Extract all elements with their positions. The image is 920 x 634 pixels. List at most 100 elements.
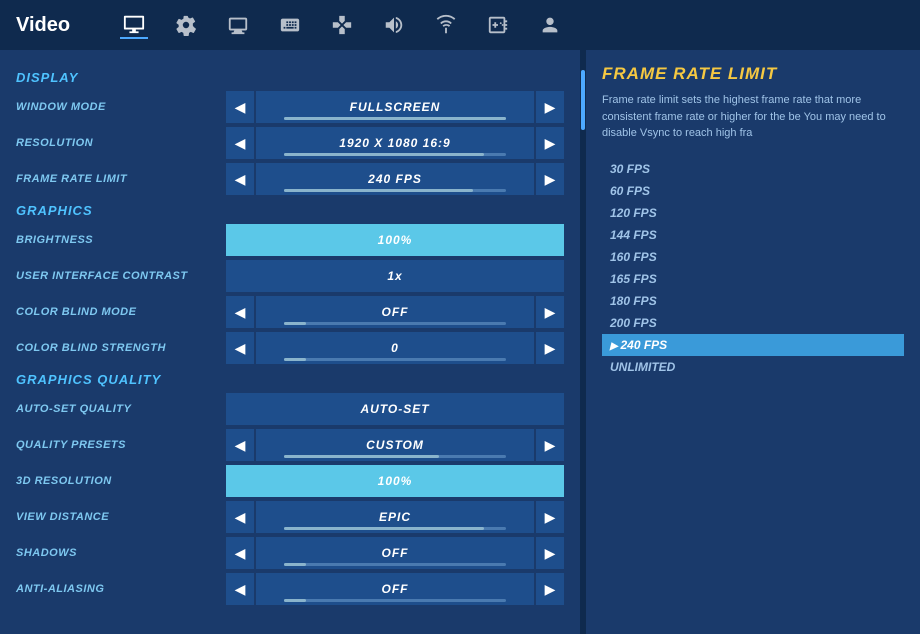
top-bar: Video — [0, 0, 920, 50]
auto-set-quality-value[interactable]: AUTO-SET — [226, 393, 564, 425]
frame-rate-value: 240 FPS — [256, 163, 534, 195]
resolution-next-button[interactable]: ▶ — [536, 127, 564, 159]
quality-presets-value: CUSTOM — [256, 429, 534, 461]
color-blind-strength-row: COLOR BLIND STRENGTH ◀ 0 ▶ — [16, 332, 564, 364]
display-section-header: DISPLAY — [16, 70, 564, 85]
fps-item-60[interactable]: 60 FPS — [602, 180, 904, 202]
anti-aliasing-control: ◀ OFF ▶ — [226, 573, 564, 605]
network-nav-icon[interactable] — [432, 11, 460, 39]
view-distance-row: VIEW DISTANCE ◀ EPIC ▶ — [16, 501, 564, 533]
left-panel: DISPLAY WINDOW MODE ◀ FULLSCREEN ▶ RESOL… — [0, 50, 580, 614]
quality-presets-row: QUALITY PRESETS ◀ CUSTOM ▶ — [16, 429, 564, 461]
auto-set-quality-control: AUTO-SET — [226, 393, 564, 425]
window-mode-row: WINDOW MODE ◀ FULLSCREEN ▶ — [16, 91, 564, 123]
anti-aliasing-row: ANTI-ALIASING ◀ OFF ▶ — [16, 573, 564, 605]
anti-aliasing-value: OFF — [256, 573, 534, 605]
gear-nav-icon[interactable] — [172, 11, 200, 39]
color-blind-mode-control: ◀ OFF ▶ — [226, 296, 564, 328]
resolution-row: RESOLUTION ◀ 1920 X 1080 16:9 ▶ — [16, 127, 564, 159]
quality-presets-label: QUALITY PRESETS — [16, 439, 226, 451]
color-blind-strength-value: 0 — [256, 332, 534, 364]
main-content: DISPLAY WINDOW MODE ◀ FULLSCREEN ▶ RESOL… — [0, 50, 920, 614]
color-blind-mode-value: OFF — [256, 296, 534, 328]
fps-item-30[interactable]: 30 FPS — [602, 158, 904, 180]
display-nav-icon[interactable] — [224, 11, 252, 39]
window-mode-control: ◀ FULLSCREEN ▶ — [226, 91, 564, 123]
auto-set-quality-label: AUTO-SET QUALITY — [16, 403, 226, 415]
fps-item-120[interactable]: 120 FPS — [602, 202, 904, 224]
ui-contrast-value: 1x — [226, 260, 564, 292]
resolution-control: ◀ 1920 X 1080 16:9 ▶ — [226, 127, 564, 159]
color-blind-mode-label: COLOR BLIND MODE — [16, 306, 226, 318]
quality-presets-next-button[interactable]: ▶ — [536, 429, 564, 461]
view-distance-control: ◀ EPIC ▶ — [226, 501, 564, 533]
3d-resolution-row: 3D RESOLUTION 100% — [16, 465, 564, 497]
resolution-prev-button[interactable]: ◀ — [226, 127, 254, 159]
anti-aliasing-label: ANTI-ALIASING — [16, 583, 226, 595]
shadows-label: SHADOWS — [16, 547, 226, 559]
brightness-value[interactable]: 100% — [226, 224, 564, 256]
window-mode-next-button[interactable]: ▶ — [536, 91, 564, 123]
fps-item-unlimited[interactable]: UNLIMITED — [602, 356, 904, 378]
shadows-next-button[interactable]: ▶ — [536, 537, 564, 569]
user-nav-icon[interactable] — [536, 11, 564, 39]
audio-nav-icon[interactable] — [380, 11, 408, 39]
color-blind-mode-row: COLOR BLIND MODE ◀ OFF ▶ — [16, 296, 564, 328]
window-mode-prev-button[interactable]: ◀ — [226, 91, 254, 123]
right-panel-title: FRAME RATE LIMIT — [602, 64, 904, 84]
fps-item-165[interactable]: 165 FPS — [602, 268, 904, 290]
shadows-row: SHADOWS ◀ OFF ▶ — [16, 537, 564, 569]
graphics-section-header: GRAPHICS — [16, 203, 564, 218]
resolution-label: RESOLUTION — [16, 137, 226, 149]
view-distance-prev-button[interactable]: ◀ — [226, 501, 254, 533]
page-title: Video — [16, 14, 70, 37]
fps-item-144[interactable]: 144 FPS — [602, 224, 904, 246]
color-blind-mode-next-button[interactable]: ▶ — [536, 296, 564, 328]
quality-presets-prev-button[interactable]: ◀ — [226, 429, 254, 461]
scroll-thumb[interactable] — [581, 70, 585, 130]
ui-contrast-row: USER INTERFACE CONTRAST 1x — [16, 260, 564, 292]
anti-aliasing-prev-button[interactable]: ◀ — [226, 573, 254, 605]
shadows-prev-button[interactable]: ◀ — [226, 537, 254, 569]
color-blind-strength-prev-button[interactable]: ◀ — [226, 332, 254, 364]
frame-rate-next-button[interactable]: ▶ — [536, 163, 564, 195]
frame-rate-row: FRAME RATE LIMIT ◀ 240 FPS ▶ — [16, 163, 564, 195]
gamepad-nav-icon[interactable] — [484, 11, 512, 39]
quality-presets-control: ◀ CUSTOM ▶ — [226, 429, 564, 461]
3d-resolution-control: 100% — [226, 465, 564, 497]
window-mode-label: WINDOW MODE — [16, 101, 226, 113]
right-panel-desc: Frame rate limit sets the highest frame … — [602, 92, 904, 142]
3d-resolution-value[interactable]: 100% — [226, 465, 564, 497]
resolution-value: 1920 X 1080 16:9 — [256, 127, 534, 159]
3d-resolution-label: 3D RESOLUTION — [16, 475, 226, 487]
frame-rate-prev-button[interactable]: ◀ — [226, 163, 254, 195]
color-blind-strength-next-button[interactable]: ▶ — [536, 332, 564, 364]
color-blind-mode-prev-button[interactable]: ◀ — [226, 296, 254, 328]
anti-aliasing-next-button[interactable]: ▶ — [536, 573, 564, 605]
fps-item-180[interactable]: 180 FPS — [602, 290, 904, 312]
brightness-control: 100% — [226, 224, 564, 256]
fps-item-200[interactable]: 200 FPS — [602, 312, 904, 334]
ui-contrast-label: USER INTERFACE CONTRAST — [16, 270, 226, 282]
view-distance-label: VIEW DISTANCE — [16, 511, 226, 523]
fps-item-160[interactable]: 160 FPS — [602, 246, 904, 268]
window-mode-value: FULLSCREEN — [256, 91, 534, 123]
nav-icons — [120, 11, 564, 39]
right-panel: FRAME RATE LIMIT Frame rate limit sets t… — [586, 50, 920, 614]
frame-rate-control: ◀ 240 FPS ▶ — [226, 163, 564, 195]
frame-rate-label: FRAME RATE LIMIT — [16, 173, 226, 185]
brightness-label: BRIGHTNESS — [16, 234, 226, 246]
ui-contrast-control: 1x — [226, 260, 564, 292]
controller-nav-icon[interactable] — [328, 11, 356, 39]
auto-set-quality-row: AUTO-SET QUALITY AUTO-SET — [16, 393, 564, 425]
shadows-value: OFF — [256, 537, 534, 569]
monitor-nav-icon[interactable] — [120, 11, 148, 39]
shadows-control: ◀ OFF ▶ — [226, 537, 564, 569]
view-distance-next-button[interactable]: ▶ — [536, 501, 564, 533]
color-blind-strength-control: ◀ 0 ▶ — [226, 332, 564, 364]
fps-item-240-selected[interactable]: 240 FPS — [602, 334, 904, 356]
brightness-row: BRIGHTNESS 100% — [16, 224, 564, 256]
fps-list: 30 FPS 60 FPS 120 FPS 144 FPS 160 FPS 16… — [602, 158, 904, 378]
scroll-divider — [580, 50, 586, 614]
keyboard-nav-icon[interactable] — [276, 11, 304, 39]
